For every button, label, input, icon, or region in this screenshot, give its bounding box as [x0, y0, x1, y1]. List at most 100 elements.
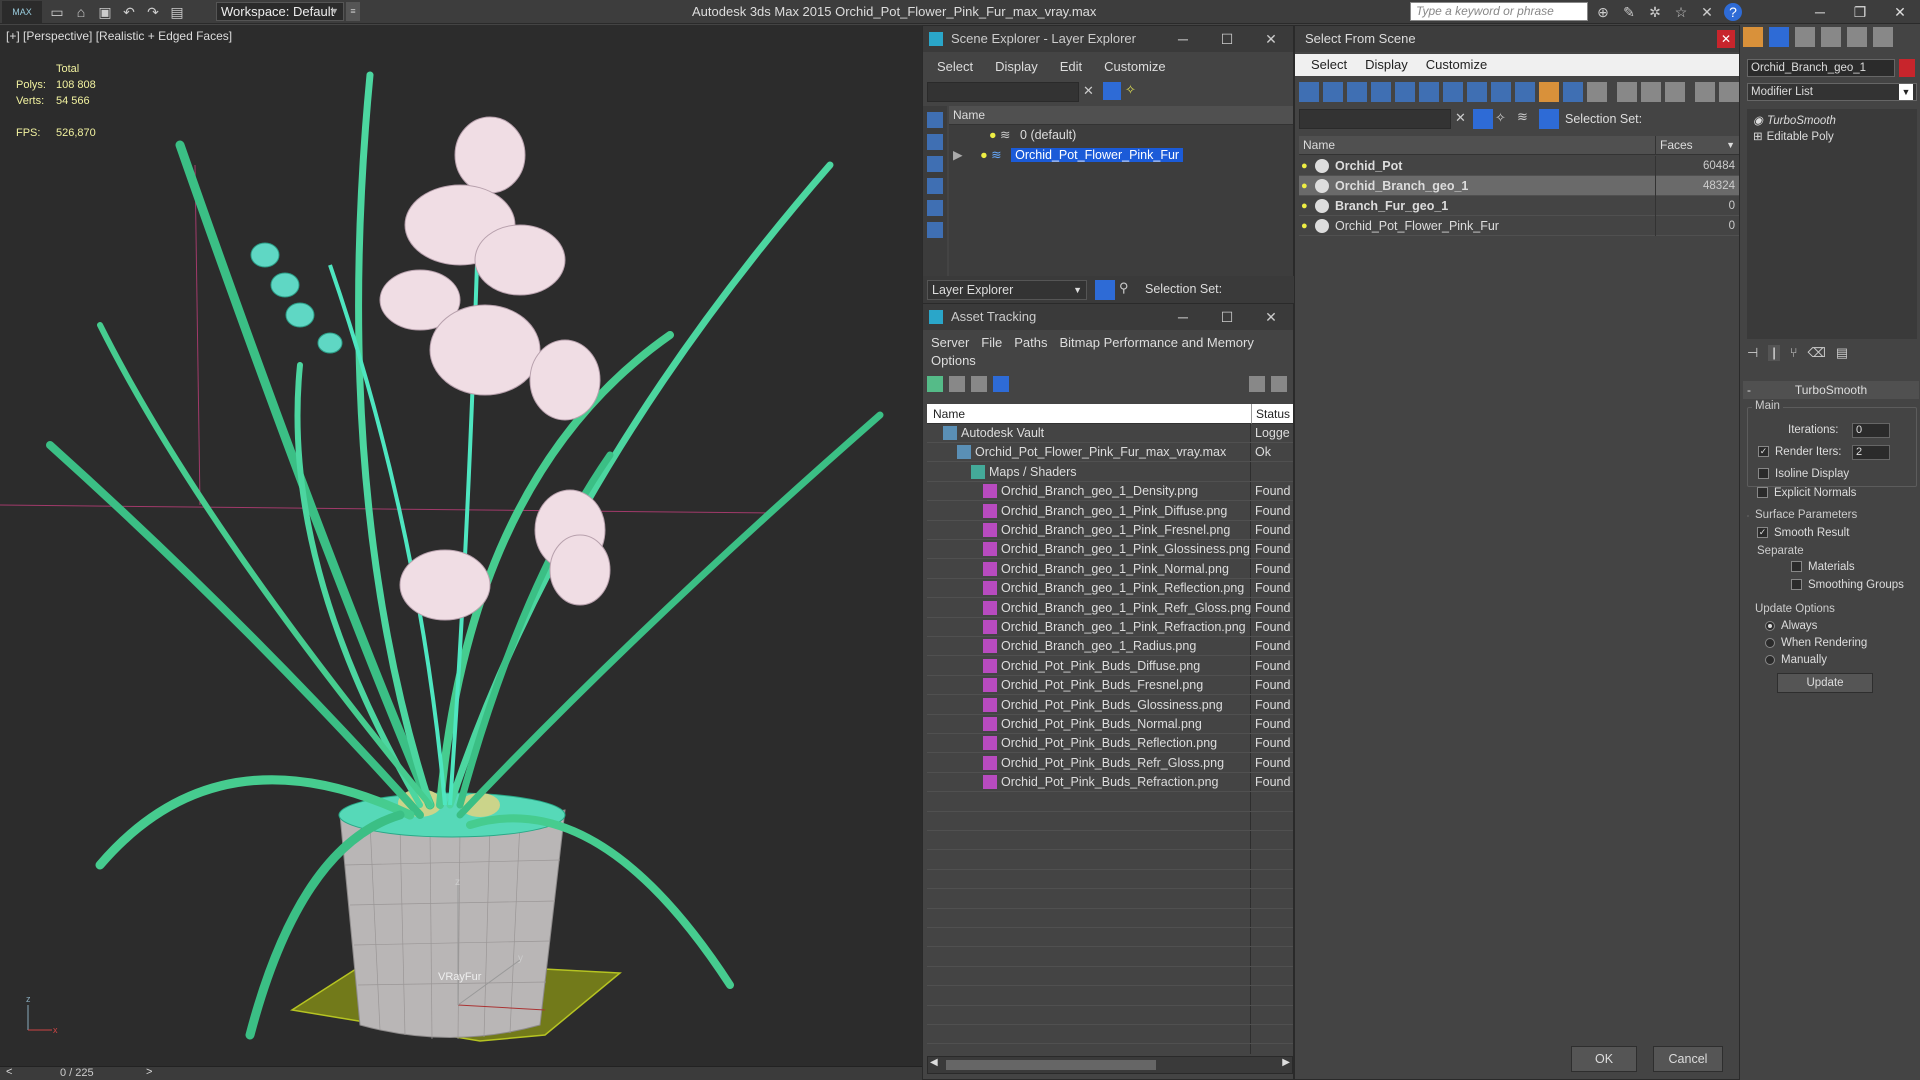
make-unique-icon[interactable]: ⑂ — [1790, 345, 1798, 361]
close-icon[interactable]: ✕ — [1249, 26, 1293, 52]
turbosmooth-rollout-header[interactable]: - TurboSmooth — [1743, 381, 1919, 399]
ok-button[interactable]: OK — [1571, 1046, 1637, 1072]
funnel-icon[interactable] — [1695, 82, 1715, 102]
materials-checkbox[interactable]: Materials — [1791, 561, 1855, 573]
lightbulb-icon[interactable]: ● — [989, 128, 997, 142]
maximize-icon[interactable]: ☐ — [1205, 26, 1249, 52]
asset-row[interactable]: Orchid_Pot_Pink_Buds_Normal.png Found — [927, 715, 1293, 734]
checkbox-icon[interactable] — [1758, 468, 1769, 480]
checkbox-checked-icon[interactable]: ✓ — [1757, 527, 1768, 539]
tab-create[interactable] — [1743, 27, 1763, 47]
scroll-left-icon[interactable]: ◀ — [930, 1057, 938, 1068]
tab-hierarchy[interactable] — [1795, 27, 1815, 47]
configure-sets-icon[interactable]: ▤ — [1836, 345, 1848, 361]
asset-row[interactable]: Orchid_Pot_Pink_Buds_Fresnel.png Found — [927, 676, 1293, 696]
hierarchy-icon[interactable]: ⚲ — [1119, 280, 1129, 296]
favorites-star-icon[interactable]: ☆ — [1672, 3, 1690, 21]
binoculars-icon[interactable]: ⊕ — [1594, 3, 1612, 21]
display-none-icon[interactable] — [927, 112, 943, 128]
undo-icon[interactable]: ↶ — [120, 3, 138, 21]
show-end-result-icon[interactable]: | — [1768, 345, 1780, 361]
scene-explorer-search[interactable] — [927, 82, 1079, 102]
bulb-icon[interactable]: ◉ — [1753, 115, 1763, 127]
filter-groups-icon[interactable] — [1443, 82, 1463, 102]
asset-row[interactable]: Orchid_Branch_geo_1_Pink_Fresnel.png Foun… — [927, 521, 1293, 540]
new-file-icon[interactable]: ▭ — [48, 3, 66, 21]
layer-row-default[interactable]: ● ≋ 0 (default) — [949, 126, 1293, 145]
asset-row[interactable]: Orchid_Branch_geo_1_Pink_Refr_Gloss.png F… — [927, 599, 1293, 618]
clear-search-icon[interactable]: ✕ — [1455, 110, 1466, 126]
project-folder-icon[interactable]: ▤ — [168, 3, 186, 21]
render-iters-spinner[interactable]: 2 — [1852, 445, 1890, 460]
filter-cameras-icon[interactable] — [1371, 82, 1391, 102]
asset-row[interactable]: Orchid_Branch_geo_1_Pink_Reflection.png F… — [927, 579, 1293, 599]
time-slider-prev[interactable]: < — [6, 1066, 12, 1078]
col-status[interactable]: Status — [1251, 404, 1293, 424]
horizontal-scrollbar[interactable]: ◀ ▶ — [927, 1056, 1293, 1074]
object-name-field[interactable]: Orchid_Branch_geo_1 — [1747, 59, 1895, 77]
close-icon[interactable]: ✕ — [1249, 304, 1293, 330]
communication-icon[interactable]: ✲ — [1646, 3, 1664, 21]
minimize-icon[interactable]: ─ — [1800, 0, 1840, 24]
save-file-icon[interactable]: ▣ — [96, 3, 114, 21]
select-invert-icon[interactable] — [1665, 82, 1685, 102]
asset-row[interactable]: Orchid_Branch_geo_1_Pink_Normal.png Found — [927, 560, 1293, 579]
minimize-icon[interactable]: ─ — [1161, 26, 1205, 52]
settings-icon[interactable] — [1271, 376, 1287, 392]
time-slider[interactable]: < 0 / 225 > — [0, 1066, 922, 1080]
object-row[interactable]: ● Branch_Fur_geo_1 0 — [1299, 196, 1739, 216]
object-row[interactable]: ● Orchid_Pot_Flower_Pink_Fur 0 — [1299, 216, 1739, 236]
expand-plus-icon[interactable]: ⊞ — [1753, 131, 1763, 143]
asset-row[interactable]: Orchid_Branch_geo_1_Density.png Found — [927, 482, 1293, 502]
redo-icon[interactable]: ↷ — [144, 3, 162, 21]
isoline-display-checkbox[interactable]: Isoline Display — [1758, 468, 1849, 480]
refresh-icon[interactable] — [927, 376, 943, 392]
lightbulb-icon[interactable]: ● — [980, 148, 988, 162]
filter-lights-icon[interactable] — [1347, 82, 1367, 102]
stack-item-editable-poly[interactable]: ⊞ Editable Poly — [1753, 129, 1834, 143]
help-icon[interactable]: ? — [1724, 3, 1742, 21]
hierarchy-icon[interactable] — [1719, 82, 1739, 102]
maximize-icon[interactable]: ☐ — [1205, 304, 1249, 330]
menu-customize[interactable]: Customize — [1104, 56, 1165, 78]
lightbulb-icon[interactable]: ● — [1301, 176, 1308, 196]
asset-row[interactable]: Orchid_Pot_Pink_Buds_Reflection.png Found — [927, 734, 1293, 754]
display-cameras-icon[interactable] — [927, 200, 943, 216]
clear-search-icon[interactable]: ✕ — [1083, 83, 1094, 99]
menu-select[interactable]: Select — [937, 56, 973, 78]
filter-helpers-icon[interactable] — [1395, 82, 1415, 102]
list-view-icon[interactable] — [949, 376, 965, 392]
pin-stack-icon[interactable]: ⊣ — [1747, 345, 1758, 361]
open-file-icon[interactable]: ⌂ — [72, 3, 90, 21]
lightbulb-icon[interactable]: ● — [1301, 156, 1308, 176]
key-icon[interactable]: ✎ — [1620, 3, 1638, 21]
menu-customize[interactable]: Customize — [1426, 54, 1487, 76]
radio-selected-icon[interactable] — [1765, 620, 1775, 631]
display-shapes-icon[interactable] — [927, 156, 943, 172]
tab-utilities[interactable] — [1873, 27, 1893, 47]
checkbox-icon[interactable] — [1757, 487, 1768, 499]
filter-all-icon[interactable] — [1587, 82, 1607, 102]
filter-hidden-icon[interactable] — [1563, 82, 1583, 102]
asset-row[interactable]: Orchid_Pot_Flower_Pink_Fur_max_vray.max O… — [927, 443, 1293, 463]
menu-display[interactable]: Display — [1365, 54, 1408, 76]
checkbox-icon[interactable] — [1791, 561, 1802, 573]
object-row[interactable]: ● Orchid_Pot 60484 — [1299, 156, 1739, 176]
lightbulb-icon[interactable]: ● — [1301, 216, 1308, 236]
menu-options[interactable]: Options — [931, 350, 976, 372]
asset-row[interactable]: Orchid_Pot_Pink_Buds_Refraction.png Found — [927, 773, 1293, 793]
explicit-normals-checkbox[interactable]: Explicit Normals — [1757, 487, 1856, 499]
stack-item-turbosmooth[interactable]: ◉ TurboSmooth — [1753, 113, 1836, 127]
checkbox-icon[interactable] — [1791, 579, 1802, 591]
update-button[interactable]: Update — [1777, 673, 1873, 693]
table-view-icon[interactable] — [993, 376, 1009, 392]
radio-icon[interactable] — [1765, 637, 1775, 648]
iterations-spinner[interactable]: 0 — [1852, 423, 1890, 438]
search-input[interactable]: Type a keyword or phrase — [1410, 2, 1588, 21]
filter-shapes-icon[interactable] — [1323, 82, 1343, 102]
filter-geometry-icon[interactable] — [1299, 82, 1319, 102]
menu-select[interactable]: Select — [1311, 54, 1347, 76]
asset-row[interactable]: Autodesk Vault Logge — [927, 424, 1293, 443]
select-search-input[interactable] — [1299, 109, 1451, 129]
col-faces[interactable]: Faces ▼ — [1655, 136, 1739, 155]
